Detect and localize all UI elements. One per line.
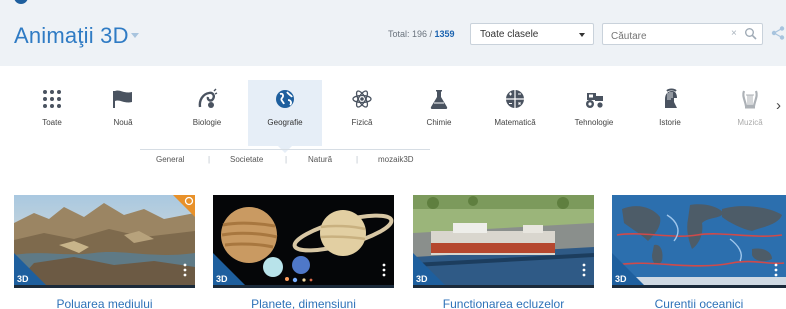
total-count: Total: 196 / 1359 — [388, 29, 455, 39]
badge-3d-label: 3D — [615, 274, 627, 284]
category-label: Chimie — [426, 118, 452, 127]
card-progress-bar — [413, 285, 594, 288]
category-toate[interactable]: Toate — [15, 80, 89, 146]
category-label: Fizică — [351, 118, 373, 127]
card-title[interactable]: Planete, dimensiuni — [213, 297, 394, 309]
category-geografie[interactable]: Geografie — [248, 80, 322, 146]
more-options-icon[interactable] — [582, 263, 586, 277]
search-input[interactable] — [602, 23, 763, 45]
card-title[interactable]: Curentii oceanici — [612, 297, 786, 309]
total-prefix: Total: 196 / — [388, 29, 435, 39]
category-label: Toate — [42, 118, 62, 127]
badge-3d-label: 3D — [416, 274, 428, 284]
subnav-general[interactable]: General — [156, 155, 184, 164]
category-label: Biologie — [192, 118, 222, 127]
title-dropdown-icon[interactable] — [131, 33, 139, 38]
category-istorie[interactable]: Istorie — [633, 80, 707, 146]
category-tehnologie[interactable]: Tehnologie — [557, 80, 631, 146]
globe-icon — [276, 90, 294, 108]
animation-card[interactable]: 3D — [14, 195, 195, 291]
card-progress-bar — [14, 285, 195, 288]
card-title[interactable]: Poluarea mediului — [14, 297, 195, 309]
subcategory-nav: General | Societate | Natură | mozaik3D — [140, 149, 430, 169]
biology-icon — [198, 88, 218, 108]
grid-icon — [43, 90, 61, 108]
subnav-natura[interactable]: Natură — [308, 155, 332, 164]
logo[interactable] — [14, 0, 28, 4]
category-noua[interactable]: Nouă — [86, 80, 160, 146]
page-title[interactable]: Animaţii 3D — [14, 23, 129, 49]
category-label: Geografie — [267, 118, 303, 127]
clear-icon[interactable]: × — [731, 28, 737, 39]
total-number: 1359 — [434, 29, 455, 39]
card-title[interactable]: Functionarea ecluzelor — [413, 297, 594, 309]
subnav-separator: | — [356, 155, 359, 164]
chevron-down-icon — [579, 33, 585, 37]
category-fizica[interactable]: Fizică — [325, 80, 399, 146]
more-options-icon[interactable] — [774, 263, 778, 277]
share-icon[interactable] — [770, 25, 786, 41]
more-options-icon[interactable] — [183, 263, 187, 277]
category-label: Matematică — [494, 118, 536, 127]
subnav-mozaik3d[interactable]: mozaik3D — [378, 155, 414, 164]
helmet-icon — [665, 88, 677, 108]
category-matematica[interactable]: Matematică — [478, 80, 552, 146]
badge-3d-label: 3D — [216, 274, 228, 284]
category-bar: Toate Nouă Biologie Geografie Fizică Chi… — [0, 80, 786, 146]
category-chimie[interactable]: Chimie — [402, 80, 476, 146]
lyre-icon — [742, 90, 758, 109]
tractor-icon — [586, 93, 603, 108]
flag-icon — [113, 90, 132, 108]
chevron-right-icon[interactable]: › — [776, 97, 781, 114]
badge-3d-icon: 3D — [213, 253, 245, 285]
subnav-separator: | — [285, 155, 288, 164]
badge-3d-icon: 3D — [413, 253, 445, 285]
category-label: Tehnologie — [574, 118, 614, 127]
atom-icon — [352, 90, 372, 108]
animation-card[interactable]: 3D — [413, 195, 594, 291]
subnav-separator: | — [208, 155, 211, 164]
info-badge-icon — [173, 195, 195, 217]
class-select-value: Toate clasele — [480, 29, 539, 40]
class-select[interactable]: Toate clasele — [470, 23, 594, 45]
category-label: Nouă — [113, 118, 133, 127]
badge-3d-label: 3D — [17, 274, 29, 284]
animation-card[interactable]: 3D — [213, 195, 394, 291]
page: Animaţii 3D Total: 196 / 1359 Toate clas… — [0, 0, 786, 309]
search-icon[interactable] — [744, 27, 758, 41]
card-progress-bar — [612, 285, 786, 288]
top-bar: Animaţii 3D Total: 196 / 1359 Toate clas… — [0, 0, 786, 66]
category-label: Istorie — [659, 118, 681, 127]
more-options-icon[interactable] — [382, 263, 386, 277]
animation-card[interactable]: 3D — [612, 195, 786, 291]
category-label: Muzică — [737, 118, 763, 127]
badge-3d-icon: 3D — [14, 253, 46, 285]
category-biologie[interactable]: Biologie — [170, 80, 244, 146]
math-icon — [506, 90, 524, 108]
subnav-societate[interactable]: Societate — [230, 155, 263, 164]
card-progress-bar — [213, 285, 394, 288]
badge-3d-icon: 3D — [612, 253, 644, 285]
flask-icon — [430, 90, 448, 109]
